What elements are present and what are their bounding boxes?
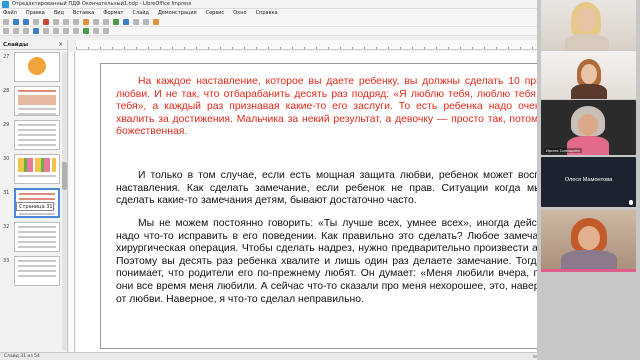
participant-tile-1[interactable] (541, 0, 636, 50)
slide-tooltip: Страница 31 (16, 202, 54, 211)
work-area: Слайды ✕ 27 28 29 30 31 32 33 Страница 3… (0, 40, 604, 352)
paste-icon[interactable] (83, 19, 89, 25)
slide-paragraph-3[interactable]: Мы не можем постоянно говорить: «Ты лучш… (116, 218, 586, 306)
slide-number: 27 (3, 54, 10, 60)
text-icon[interactable] (23, 28, 29, 34)
slide-canvas: На каждое наставление, которое вы даете … (76, 51, 603, 352)
impress-window: Отредактированный ПДФ Окончательный1.odp… (0, 0, 604, 360)
slide-number: 33 (3, 258, 10, 264)
participant-tile-3[interactable]: Ирина Синицина (541, 100, 636, 155)
shapes-icon[interactable] (83, 28, 89, 34)
slides-panel: Слайды ✕ 27 28 29 30 31 32 33 Страница 3… (0, 40, 68, 352)
align-icon[interactable] (93, 28, 99, 34)
slide-number: 32 (3, 224, 10, 230)
menu-format[interactable]: Формат (103, 9, 123, 18)
slide-paragraph-red[interactable]: На каждое наставление, которое вы даете … (116, 76, 586, 139)
zoom-icon[interactable] (13, 28, 19, 34)
slide-number: 29 (3, 122, 10, 128)
slide-preview (14, 86, 60, 116)
menu-slideshow[interactable]: Демонстрация (158, 9, 197, 18)
menu-insert[interactable]: Вставка (73, 9, 94, 18)
drawing-toolbar (0, 27, 603, 36)
vertical-ruler (69, 52, 75, 352)
slides-panel-scrollbar[interactable] (62, 52, 67, 350)
participant-tile-4[interactable]: Олеся Мамонтова (541, 157, 636, 207)
slide-preview (14, 222, 60, 252)
textbox-icon[interactable] (143, 19, 149, 25)
ellipse-icon[interactable] (63, 28, 69, 34)
undo-icon[interactable] (93, 19, 99, 25)
slide-number: 30 (3, 156, 10, 162)
standard-toolbar (0, 18, 603, 27)
video-call-panel: Ирина Синицина Олеся Мамонтова (537, 0, 640, 360)
menu-tools[interactable]: Сервис (206, 9, 225, 18)
speaking-indicator (541, 269, 636, 272)
participant-name-large: Олеся Мамонтова (564, 177, 613, 183)
menu-edit[interactable]: Правка (26, 9, 45, 18)
horizontal-ruler (76, 40, 604, 50)
status-bar: Слайд 31 из 54 (0, 352, 603, 360)
copy-icon[interactable] (73, 19, 79, 25)
slide-preview (14, 154, 60, 184)
participant-tile-5[interactable] (541, 210, 636, 272)
select-icon[interactable] (3, 28, 9, 34)
menu-file[interactable]: Файл (3, 9, 17, 18)
slide-page: На каждое наставление, которое вы даете … (100, 63, 600, 349)
slide-preview (14, 52, 60, 82)
participant-face (581, 64, 597, 84)
slide-preview (14, 256, 60, 286)
participant-face (578, 226, 600, 250)
status-slide-info: Слайд 31 из 54 (4, 354, 40, 359)
participant-name: Ирина Синицина (544, 148, 582, 153)
slides-panel-title: Слайды (3, 42, 29, 48)
table-icon[interactable] (113, 19, 119, 25)
export-icon[interactable] (33, 19, 39, 25)
title-bar: Отредактированный ПДФ Окончательный1.odp… (0, 0, 603, 9)
close-panel-icon[interactable]: ✕ (58, 40, 63, 50)
fill-color-icon[interactable] (33, 28, 39, 34)
export-pdf-icon[interactable] (43, 19, 49, 25)
image-icon[interactable] (123, 19, 129, 25)
window-title: Отредактированный ПДФ Окончательный1.odp… (12, 1, 192, 7)
participant-face (577, 8, 596, 32)
line-icon[interactable] (43, 28, 49, 34)
cut-icon[interactable] (63, 19, 69, 25)
slides-panel-header: Слайды ✕ (0, 40, 67, 50)
menu-bar: Файл Правка Вид Вставка Формат Слайд Дем… (0, 9, 603, 18)
microphone-icon (629, 200, 633, 205)
menu-view[interactable]: Вид (54, 9, 64, 18)
menu-slide[interactable]: Слайд (132, 9, 148, 18)
rectangle-icon[interactable] (53, 28, 59, 34)
print-icon[interactable] (53, 19, 59, 25)
redo-icon[interactable] (103, 19, 109, 25)
slide-number: 31 (3, 190, 10, 196)
participant-face (578, 114, 598, 136)
open-icon[interactable] (13, 19, 19, 25)
start-slideshow-icon[interactable] (153, 19, 159, 25)
slide-preview (14, 120, 60, 150)
new-icon[interactable] (3, 19, 9, 25)
participant-body (571, 84, 607, 99)
menu-help[interactable]: Справка (256, 9, 278, 18)
slide-paragraph-2[interactable]: И только в том случае, если есть мощная … (116, 170, 586, 208)
save-icon[interactable] (23, 19, 29, 25)
chart-icon[interactable] (133, 19, 139, 25)
arrow-icon[interactable] (73, 28, 79, 34)
participant-tile-2[interactable] (541, 51, 636, 99)
libreoffice-logo-icon (2, 1, 9, 8)
slide-number: 28 (3, 88, 10, 94)
participant-body (565, 34, 609, 50)
menu-window[interactable]: Окно (233, 9, 246, 18)
arrange-icon[interactable] (103, 28, 109, 34)
